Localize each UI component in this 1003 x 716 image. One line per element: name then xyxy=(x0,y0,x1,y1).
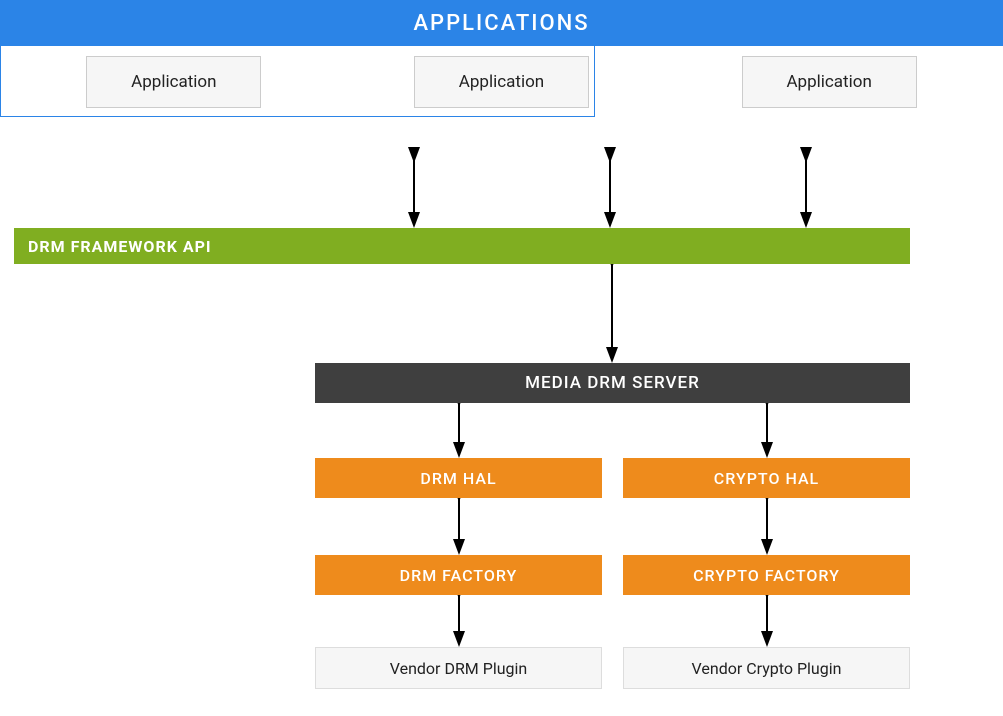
vendor-crypto-plugin-box: Vendor Crypto Plugin xyxy=(623,647,910,689)
drm-hal-box: DRM HAL xyxy=(315,458,602,498)
crypto-hal-box: CRYPTO HAL xyxy=(623,458,910,498)
application-box: Application xyxy=(742,56,917,108)
crypto-factory-box: CRYPTO FACTORY xyxy=(623,555,910,595)
diagram-container: APPLICATIONS Application Application App… xyxy=(0,0,1003,716)
applications-block: APPLICATIONS Application Application App… xyxy=(0,0,595,117)
media-drm-server-box: MEDIA DRM SERVER xyxy=(315,363,910,403)
applications-row: Application Application Application xyxy=(0,46,1003,117)
drm-factory-box: DRM FACTORY xyxy=(315,555,602,595)
drm-framework-api-bar: DRM FRAMEWORK API xyxy=(14,228,910,264)
application-box: Application xyxy=(86,56,261,108)
applications-header: APPLICATIONS xyxy=(0,0,1003,46)
vendor-drm-plugin-box: Vendor DRM Plugin xyxy=(315,647,602,689)
application-box: Application xyxy=(414,56,589,108)
